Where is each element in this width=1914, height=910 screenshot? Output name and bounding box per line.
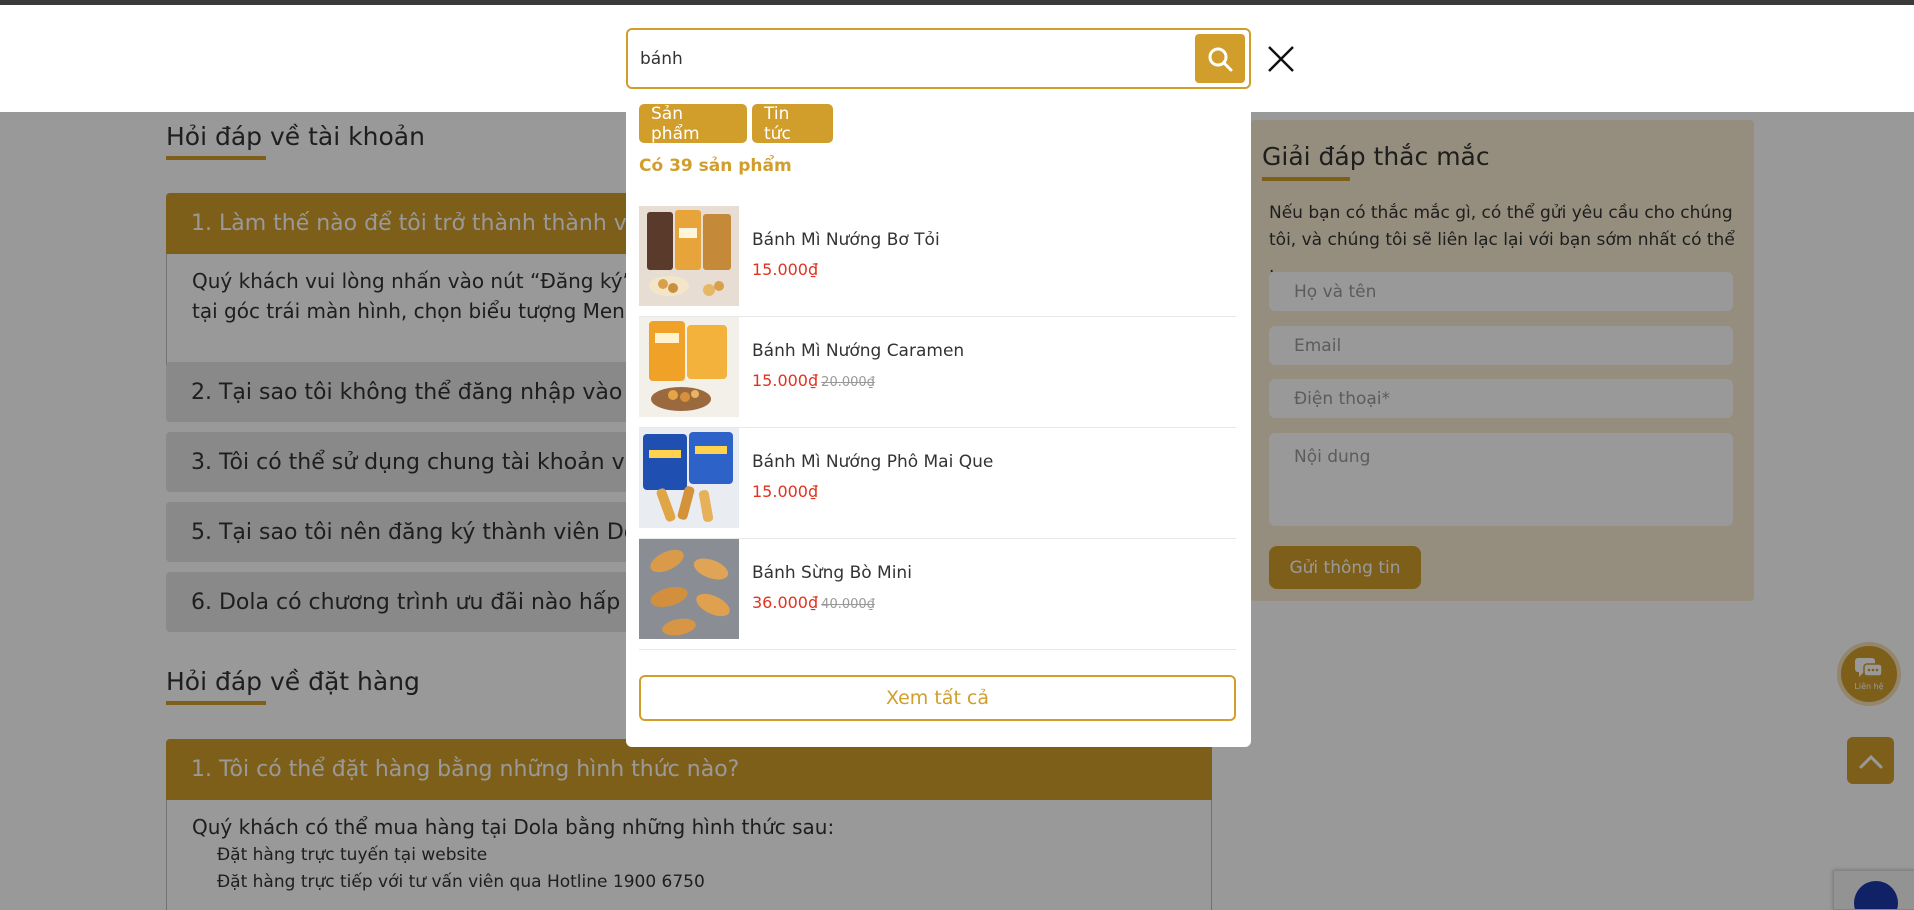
search-icon	[1208, 47, 1233, 71]
old-price: 40.000₫	[821, 597, 875, 612]
search-box	[626, 28, 1251, 89]
product-price: 15.000₫	[752, 482, 818, 501]
product-image[interactable]	[639, 317, 739, 417]
product-result[interactable]: Bánh Mì Nướng Phô Mai Que 15.000₫	[639, 428, 1236, 539]
close-icon[interactable]	[1266, 44, 1296, 74]
current-price: 36.000₫	[752, 593, 819, 612]
view-all-button[interactable]: Xem tất cả	[639, 675, 1236, 721]
product-result[interactable]: Bánh Mì Nướng Bơ Tỏi 15.000₫	[639, 206, 1236, 317]
product-image[interactable]	[639, 206, 739, 306]
product-price: 15.000₫ 20.000₫	[752, 371, 875, 390]
product-image[interactable]	[639, 428, 739, 528]
search-input[interactable]	[640, 30, 1160, 87]
product-price: 15.000₫	[752, 260, 818, 279]
product-result[interactable]: Bánh Mì Nướng Caramen 15.000₫ 20.000₫	[639, 317, 1236, 428]
product-image[interactable]	[639, 539, 739, 639]
current-price: 15.000₫	[752, 260, 819, 279]
current-price: 15.000₫	[752, 482, 819, 501]
old-price: 20.000₫	[821, 375, 875, 390]
product-result[interactable]: Bánh Sừng Bò Mini 36.000₫ 40.000₫	[639, 539, 1236, 650]
result-count: Có 39 sản phẩm	[639, 156, 792, 176]
product-name[interactable]: Bánh Mì Nướng Caramen	[752, 341, 964, 361]
current-price: 15.000₫	[752, 371, 819, 390]
product-name[interactable]: Bánh Mì Nướng Phô Mai Que	[752, 452, 993, 472]
search-results-dropdown: Sản phẩm Tin tức Có 39 sản phẩm Bánh Mì …	[626, 89, 1251, 747]
tab-products[interactable]: Sản phẩm	[639, 104, 747, 144]
product-name[interactable]: Bánh Sừng Bò Mini	[752, 563, 912, 583]
product-name[interactable]: Bánh Mì Nướng Bơ Tỏi	[752, 230, 940, 250]
tab-news[interactable]: Tin tức	[752, 104, 833, 144]
product-price: 36.000₫ 40.000₫	[752, 593, 875, 612]
search-button[interactable]	[1195, 34, 1245, 83]
